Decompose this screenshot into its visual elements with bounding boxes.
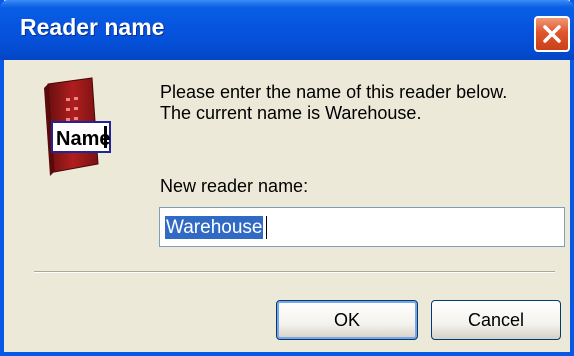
reader-name-input[interactable]: Warehouse (159, 207, 565, 247)
prompt-line-2: The current name is Warehouse. (160, 103, 422, 123)
close-icon (543, 25, 561, 43)
dialog-body: Name Please enter the name of this reade… (4, 60, 570, 352)
reader-name-icon: Name (38, 76, 128, 186)
new-name-label: New reader name: (160, 176, 309, 196)
dialog-window: Reader name Name Please enter the name o… (0, 0, 574, 356)
close-button[interactable] (534, 16, 570, 52)
prompt-text: Please enter the name of this reader bel… (160, 82, 507, 124)
prompt-line-1: Please enter the name of this reader bel… (160, 82, 508, 102)
cancel-button[interactable]: Cancel (431, 300, 561, 340)
reader-name-value: Warehouse (165, 216, 264, 239)
text-caret (266, 216, 267, 239)
icon-label: Name (56, 128, 110, 150)
ok-button[interactable]: OK (276, 300, 418, 340)
window-title: Reader name (20, 14, 165, 40)
title-bar[interactable]: Reader name (0, 0, 574, 60)
divider (34, 271, 555, 273)
